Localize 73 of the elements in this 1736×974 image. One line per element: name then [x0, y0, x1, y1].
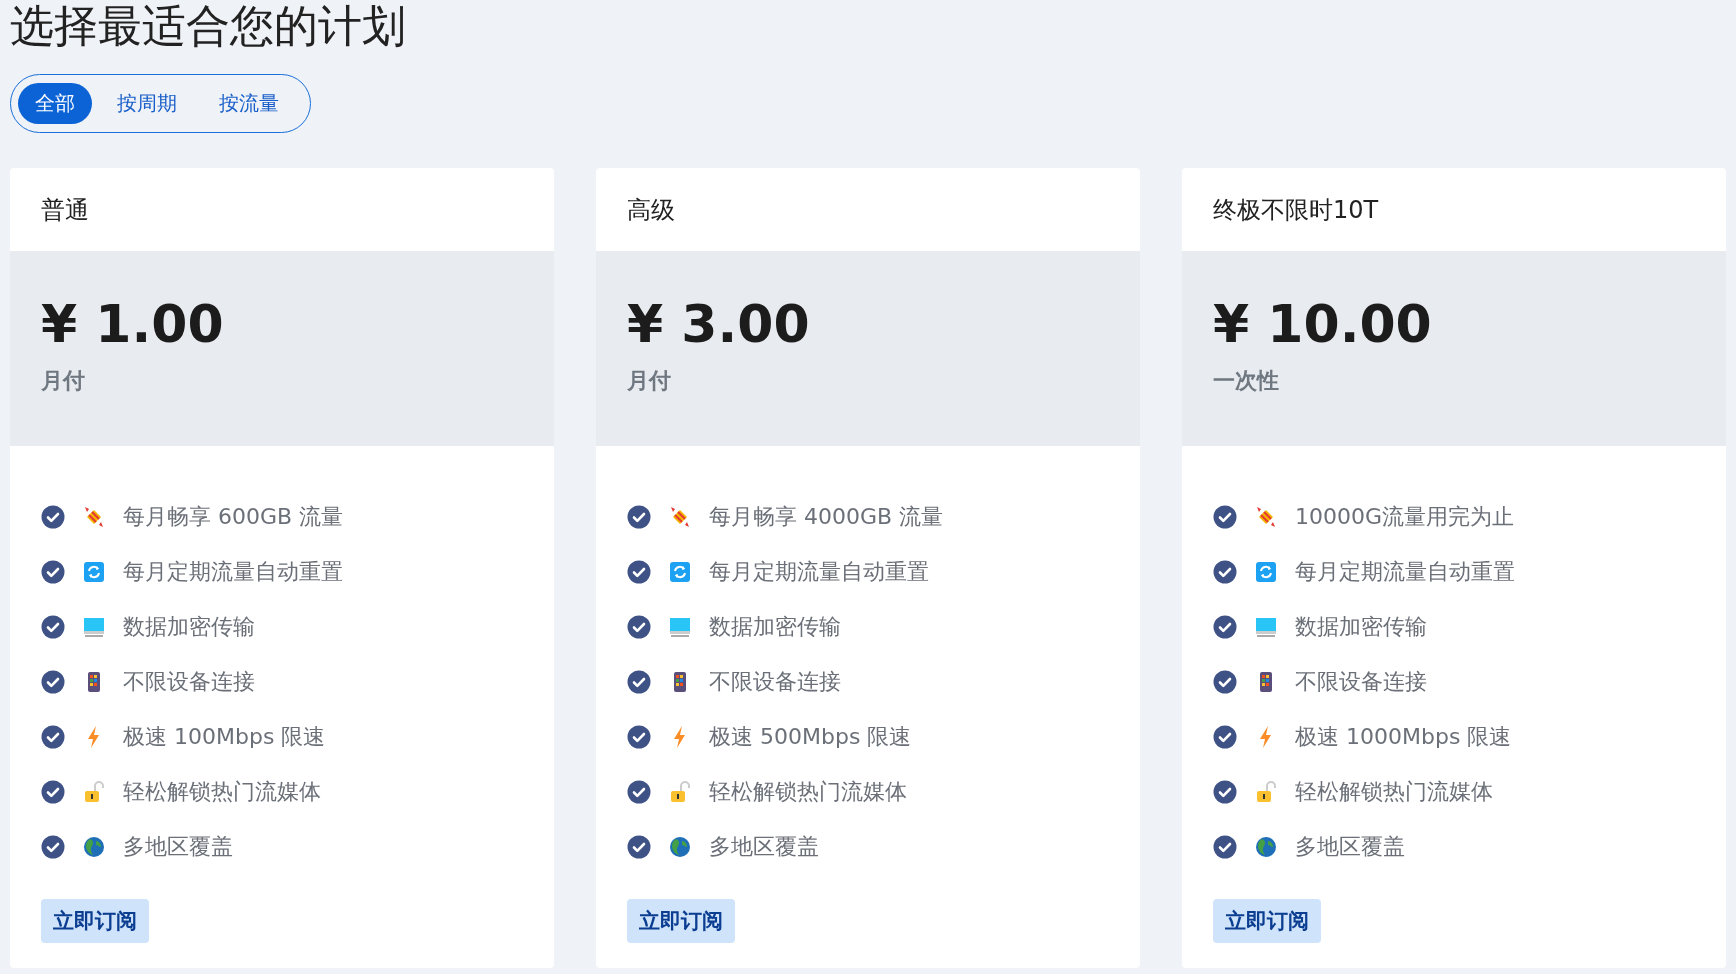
check-circle-icon [627, 835, 651, 859]
check-circle-icon [41, 615, 65, 639]
check-circle-icon [1213, 670, 1237, 694]
padlock-icon [668, 780, 692, 804]
feature-text: 数据加密传输 [123, 613, 255, 641]
monitor-icon [1254, 615, 1278, 639]
subscribe-button[interactable]: 立即订阅 [1213, 899, 1321, 943]
check-circle-icon [1213, 505, 1237, 529]
plan-name: 终极不限时10T [1213, 194, 1379, 226]
feature-text: 多地区覆盖 [709, 833, 819, 861]
feature-text: 数据加密传输 [709, 613, 841, 641]
filter-tab[interactable]: 全部 [18, 83, 92, 124]
feature-text: 多地区覆盖 [1295, 833, 1405, 861]
check-circle-icon [41, 835, 65, 859]
check-circle-icon [627, 780, 651, 804]
globe-icon [82, 835, 106, 859]
feature-text: 多地区覆盖 [123, 833, 233, 861]
page-title: 选择最适合您的计划 [10, 0, 406, 52]
check-circle-icon [627, 670, 651, 694]
check-circle-icon [1213, 780, 1237, 804]
subscribe-button[interactable]: 立即订阅 [627, 899, 735, 943]
feature-text: 10000G流量用完为止 [1295, 503, 1515, 531]
plan-price: ¥ 10.00 [1213, 293, 1433, 354]
check-circle-icon [41, 725, 65, 749]
candy-icon [82, 505, 106, 529]
padlock-icon [82, 780, 106, 804]
feature-text: 每月畅享 600GB 流量 [123, 503, 344, 531]
padlock-icon [1254, 780, 1278, 804]
check-circle-icon [627, 560, 651, 584]
feature-text: 每月定期流量自动重置 [709, 558, 929, 586]
feature-text: 每月定期流量自动重置 [123, 558, 343, 586]
billing-period: 月付 [41, 366, 86, 395]
feature-text: 轻松解锁热门流媒体 [123, 778, 321, 806]
plan-name: 普通 [41, 194, 89, 226]
candy-icon [668, 505, 692, 529]
globe-icon [1254, 835, 1278, 859]
billing-period: 月付 [627, 366, 672, 395]
refresh-icon [82, 560, 106, 584]
monitor-icon [82, 615, 106, 639]
check-circle-icon [1213, 615, 1237, 639]
monitor-icon [668, 615, 692, 639]
feature-text: 数据加密传输 [1295, 613, 1427, 641]
check-circle-icon [41, 560, 65, 584]
feature-text: 不限设备连接 [123, 668, 255, 696]
check-circle-icon [41, 670, 65, 694]
refresh-icon [1254, 560, 1278, 584]
plan-name: 高级 [627, 194, 675, 226]
check-circle-icon [627, 615, 651, 639]
check-circle-icon [1213, 560, 1237, 584]
filter-tab[interactable]: 按流量 [202, 83, 296, 124]
feature-text: 轻松解锁热门流媒体 [709, 778, 907, 806]
feature-text: 极速 1000Mbps 限速 [1295, 723, 1512, 751]
plan-price: ¥ 3.00 [627, 293, 811, 354]
feature-text: 每月定期流量自动重置 [1295, 558, 1515, 586]
refresh-icon [668, 560, 692, 584]
check-circle-icon [1213, 835, 1237, 859]
feature-text: 轻松解锁热门流媒体 [1295, 778, 1493, 806]
feature-text: 不限设备连接 [709, 668, 841, 696]
globe-icon [668, 835, 692, 859]
feature-text: 极速 500Mbps 限速 [709, 723, 912, 751]
feature-text: 极速 100Mbps 限速 [123, 723, 326, 751]
subscribe-button[interactable]: 立即订阅 [41, 899, 149, 943]
check-circle-icon [41, 780, 65, 804]
filter-tab[interactable]: 按周期 [100, 83, 194, 124]
plan-price: ¥ 1.00 [41, 293, 225, 354]
candy-icon [1254, 505, 1278, 529]
check-circle-icon [1213, 725, 1237, 749]
feature-text: 不限设备连接 [1295, 668, 1427, 696]
check-circle-icon [627, 505, 651, 529]
feature-text: 每月畅享 4000GB 流量 [709, 503, 944, 531]
check-circle-icon [627, 725, 651, 749]
billing-period: 一次性 [1213, 366, 1280, 395]
check-circle-icon [41, 505, 65, 529]
